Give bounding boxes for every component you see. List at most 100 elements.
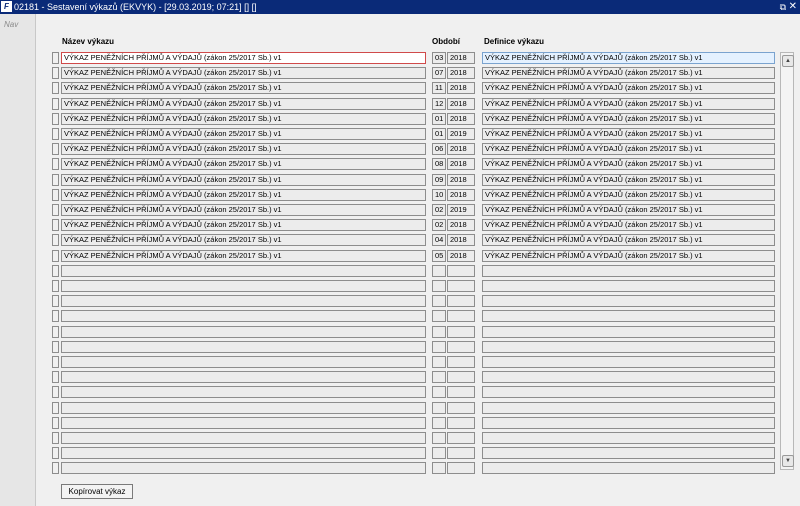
row-selector[interactable] (52, 219, 59, 231)
report-name-cell[interactable]: VÝKAZ PENĚŽNÍCH PŘÍJMŮ A VÝDAJŮ (zákon 2… (61, 143, 426, 155)
report-name-cell[interactable]: VÝKAZ PENĚŽNÍCH PŘÍJMŮ A VÝDAJŮ (zákon 2… (61, 52, 426, 64)
period-month-cell[interactable] (432, 386, 446, 398)
period-year-cell[interactable] (447, 432, 475, 444)
report-definition-cell[interactable]: VÝKAZ PENĚŽNÍCH PŘÍJMŮ A VÝDAJŮ (zákon 2… (482, 98, 775, 110)
period-year-cell[interactable]: 2018 (447, 98, 475, 110)
report-name-cell[interactable]: VÝKAZ PENĚŽNÍCH PŘÍJMŮ A VÝDAJŮ (zákon 2… (61, 113, 426, 125)
report-name-cell[interactable]: VÝKAZ PENĚŽNÍCH PŘÍJMŮ A VÝDAJŮ (zákon 2… (61, 189, 426, 201)
row-selector[interactable] (52, 234, 59, 246)
period-month-cell[interactable] (432, 341, 446, 353)
row-selector[interactable] (52, 174, 59, 186)
report-definition-cell[interactable] (482, 402, 775, 414)
period-month-cell[interactable] (432, 310, 446, 322)
report-definition-cell[interactable]: VÝKAZ PENĚŽNÍCH PŘÍJMŮ A VÝDAJŮ (zákon 2… (482, 52, 775, 64)
report-name-cell[interactable]: VÝKAZ PENĚŽNÍCH PŘÍJMŮ A VÝDAJŮ (zákon 2… (61, 128, 426, 140)
report-definition-cell[interactable] (482, 356, 775, 368)
report-name-cell[interactable]: VÝKAZ PENĚŽNÍCH PŘÍJMŮ A VÝDAJŮ (zákon 2… (61, 67, 426, 79)
period-month-cell[interactable] (432, 326, 446, 338)
report-name-cell[interactable] (61, 265, 426, 277)
report-name-cell[interactable] (61, 341, 426, 353)
period-month-cell[interactable] (432, 265, 446, 277)
period-month-cell[interactable] (432, 295, 446, 307)
report-definition-cell[interactable] (482, 386, 775, 398)
period-month-cell[interactable] (432, 356, 446, 368)
row-selector[interactable] (52, 82, 59, 94)
report-name-cell[interactable] (61, 371, 426, 383)
report-name-cell[interactable]: VÝKAZ PENĚŽNÍCH PŘÍJMŮ A VÝDAJŮ (zákon 2… (61, 219, 426, 231)
row-selector[interactable] (52, 341, 59, 353)
report-definition-cell[interactable] (482, 265, 775, 277)
row-selector[interactable] (52, 402, 59, 414)
period-year-cell[interactable] (447, 462, 475, 474)
period-year-cell[interactable]: 2018 (447, 82, 475, 94)
report-definition-cell[interactable]: VÝKAZ PENĚŽNÍCH PŘÍJMŮ A VÝDAJŮ (zákon 2… (482, 82, 775, 94)
report-name-cell[interactable] (61, 447, 426, 459)
period-year-cell[interactable]: 2018 (447, 189, 475, 201)
close-icon[interactable]: ✕ (789, 0, 797, 13)
row-selector[interactable] (52, 143, 59, 155)
period-year-cell[interactable] (447, 386, 475, 398)
period-month-cell[interactable]: 04 (432, 234, 446, 246)
row-selector[interactable] (52, 326, 59, 338)
period-year-cell[interactable] (447, 310, 475, 322)
row-selector[interactable] (52, 250, 59, 262)
report-definition-cell[interactable]: VÝKAZ PENĚŽNÍCH PŘÍJMŮ A VÝDAJŮ (zákon 2… (482, 234, 775, 246)
report-name-cell[interactable]: VÝKAZ PENĚŽNÍCH PŘÍJMŮ A VÝDAJŮ (zákon 2… (61, 250, 426, 262)
period-year-cell[interactable] (447, 295, 475, 307)
row-selector[interactable] (52, 189, 59, 201)
report-definition-cell[interactable]: VÝKAZ PENĚŽNÍCH PŘÍJMŮ A VÝDAJŮ (zákon 2… (482, 204, 775, 216)
period-year-cell[interactable] (447, 417, 475, 429)
report-definition-cell[interactable] (482, 295, 775, 307)
report-name-cell[interactable] (61, 280, 426, 292)
period-month-cell[interactable]: 01 (432, 128, 446, 140)
report-definition-cell[interactable] (482, 341, 775, 353)
row-selector[interactable] (52, 158, 59, 170)
period-month-cell[interactable] (432, 432, 446, 444)
period-year-cell[interactable]: 2018 (447, 143, 475, 155)
period-year-cell[interactable]: 2018 (447, 219, 475, 231)
report-name-cell[interactable]: VÝKAZ PENĚŽNÍCH PŘÍJMŮ A VÝDAJŮ (zákon 2… (61, 234, 426, 246)
row-selector[interactable] (52, 417, 59, 429)
report-name-cell[interactable] (61, 310, 426, 322)
period-month-cell[interactable]: 02 (432, 204, 446, 216)
period-month-cell[interactable]: 09 (432, 174, 446, 186)
report-name-cell[interactable]: VÝKAZ PENĚŽNÍCH PŘÍJMŮ A VÝDAJŮ (zákon 2… (61, 82, 426, 94)
row-selector[interactable] (52, 386, 59, 398)
period-year-cell[interactable] (447, 265, 475, 277)
report-name-cell[interactable] (61, 326, 426, 338)
report-definition-cell[interactable] (482, 326, 775, 338)
row-selector[interactable] (52, 447, 59, 459)
period-year-cell[interactable]: 2018 (447, 52, 475, 64)
row-selector[interactable] (52, 128, 59, 140)
period-year-cell[interactable]: 2019 (447, 128, 475, 140)
period-year-cell[interactable] (447, 326, 475, 338)
report-name-cell[interactable]: VÝKAZ PENĚŽNÍCH PŘÍJMŮ A VÝDAJŮ (zákon 2… (61, 98, 426, 110)
report-definition-cell[interactable] (482, 432, 775, 444)
report-name-cell[interactable]: VÝKAZ PENĚŽNÍCH PŘÍJMŮ A VÝDAJŮ (zákon 2… (61, 158, 426, 170)
row-selector[interactable] (52, 113, 59, 125)
period-year-cell[interactable]: 2018 (447, 113, 475, 125)
report-definition-cell[interactable]: VÝKAZ PENĚŽNÍCH PŘÍJMŮ A VÝDAJŮ (zákon 2… (482, 113, 775, 125)
period-year-cell[interactable]: 2018 (447, 158, 475, 170)
scroll-down-icon[interactable]: ▼ (782, 455, 794, 467)
period-month-cell[interactable]: 08 (432, 158, 446, 170)
copy-report-button[interactable]: Kopírovat výkaz (61, 484, 133, 499)
period-month-cell[interactable] (432, 447, 446, 459)
period-month-cell[interactable]: 11 (432, 82, 446, 94)
period-year-cell[interactable] (447, 371, 475, 383)
report-definition-cell[interactable] (482, 310, 775, 322)
report-name-cell[interactable] (61, 462, 426, 474)
report-name-cell[interactable] (61, 356, 426, 368)
report-name-cell[interactable] (61, 295, 426, 307)
report-definition-cell[interactable] (482, 462, 775, 474)
period-year-cell[interactable] (447, 280, 475, 292)
period-month-cell[interactable] (432, 462, 446, 474)
row-selector[interactable] (52, 462, 59, 474)
report-definition-cell[interactable] (482, 447, 775, 459)
report-definition-cell[interactable] (482, 417, 775, 429)
report-definition-cell[interactable]: VÝKAZ PENĚŽNÍCH PŘÍJMŮ A VÝDAJŮ (zákon 2… (482, 189, 775, 201)
row-selector[interactable] (52, 98, 59, 110)
period-month-cell[interactable]: 07 (432, 67, 446, 79)
row-selector[interactable] (52, 432, 59, 444)
row-selector[interactable] (52, 310, 59, 322)
